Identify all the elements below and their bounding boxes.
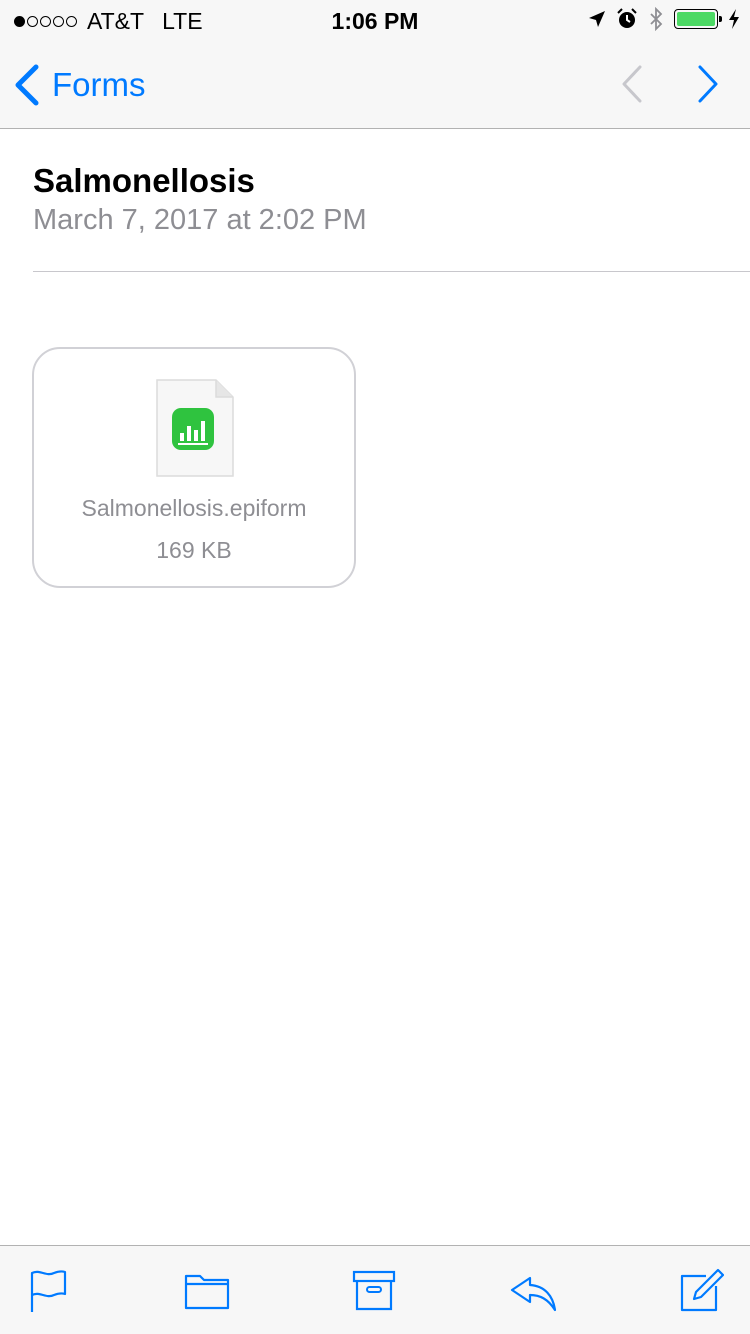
battery-fill bbox=[677, 12, 715, 26]
flag-icon bbox=[30, 1270, 67, 1312]
status-right bbox=[588, 7, 740, 31]
chevron-right-icon bbox=[698, 65, 718, 103]
charging-icon bbox=[729, 9, 739, 29]
next-message-button[interactable] bbox=[692, 64, 724, 104]
numbers-file-icon bbox=[156, 379, 234, 477]
bluetooth-icon bbox=[650, 7, 663, 31]
back-button[interactable]: Forms bbox=[14, 64, 146, 106]
mail-message-screen: AT&T LTE 1:06 PM Forms Salmonellosis Mar… bbox=[0, 0, 750, 1334]
message-date: March 7, 2017 at 2:02 PM bbox=[33, 204, 367, 236]
header-divider bbox=[33, 271, 750, 272]
top-bar: AT&T LTE 1:06 PM Forms bbox=[0, 0, 750, 129]
compose-button[interactable] bbox=[678, 1268, 725, 1314]
status-bar: AT&T LTE 1:06 PM bbox=[0, 0, 750, 40]
attachment-filename: Salmonellosis.epiform bbox=[81, 495, 307, 521]
previous-message-button[interactable] bbox=[616, 64, 648, 104]
bottom-toolbar bbox=[0, 1245, 750, 1334]
compose-icon bbox=[680, 1268, 725, 1312]
move-to-folder-button[interactable] bbox=[184, 1268, 230, 1314]
chevron-left-icon bbox=[15, 64, 39, 106]
reply-icon bbox=[510, 1276, 557, 1312]
attachment-size: 169 KB bbox=[156, 537, 232, 563]
navigation-bar: Forms bbox=[0, 40, 750, 128]
alarm-icon bbox=[617, 8, 637, 28]
reply-button[interactable] bbox=[510, 1268, 557, 1314]
chevron-left-icon bbox=[622, 65, 642, 103]
archive-icon bbox=[352, 1270, 396, 1311]
back-button-label: Forms bbox=[52, 66, 146, 103]
location-icon bbox=[589, 11, 605, 27]
folder-icon bbox=[184, 1274, 230, 1310]
message-subject: Salmonellosis bbox=[33, 162, 255, 199]
flag-button[interactable] bbox=[26, 1268, 72, 1314]
archive-button[interactable] bbox=[352, 1268, 398, 1314]
attachment-card[interactable]: Salmonellosis.epiform 169 KB bbox=[32, 347, 356, 588]
battery-icon bbox=[674, 9, 722, 29]
